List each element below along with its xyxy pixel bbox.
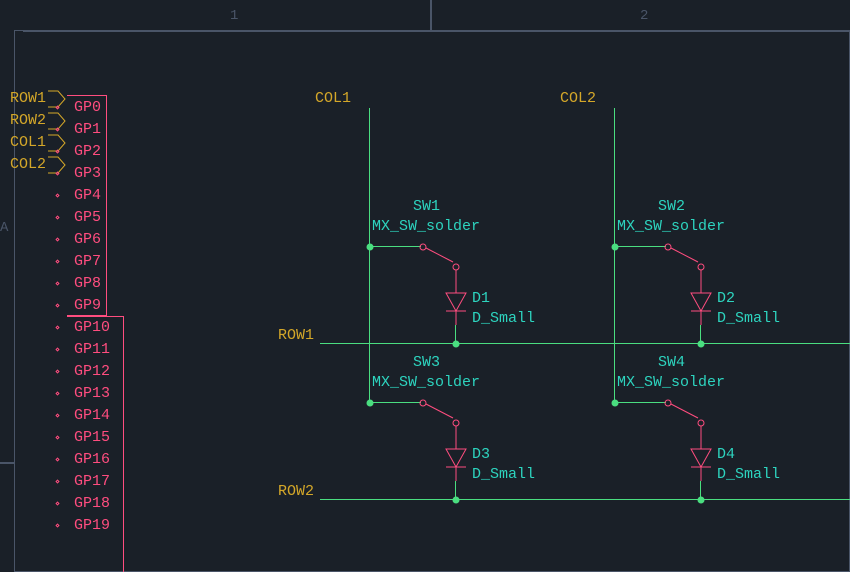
mcu-body-top	[67, 95, 107, 316]
switch-sw1	[420, 235, 470, 285]
wire-row2	[320, 499, 850, 500]
netlabel-col1-top: COL1	[315, 90, 351, 107]
grid-col-divider	[430, 0, 432, 30]
schematic-canvas[interactable]: 1 2 A ROW1 ROW2 COL1 COL2 GP0 GP1 GP2 GP…	[0, 0, 850, 572]
val-sw2: MX_SW_solder	[617, 218, 725, 235]
wire-sw3-in	[369, 402, 421, 403]
mcu-body-bottom	[67, 316, 124, 572]
junction-c2-sw4	[612, 400, 619, 407]
val-sw4: MX_SW_solder	[617, 374, 725, 391]
junction-r1-d1	[453, 341, 460, 348]
junction-r2-d3	[453, 497, 460, 504]
grid-row-a: A	[0, 220, 8, 236]
grid-col-2: 2	[640, 8, 648, 24]
diode-d1	[440, 283, 472, 325]
diode-d4	[685, 439, 717, 481]
val-sw1: MX_SW_solder	[372, 218, 480, 235]
diode-d2	[685, 283, 717, 325]
junction-r2-d4	[698, 497, 705, 504]
ref-sw2: SW2	[658, 198, 685, 215]
wire-sw1-in	[369, 246, 421, 247]
switch-sw4	[665, 391, 715, 441]
diode-d3	[440, 439, 472, 481]
wire-sw4-in	[614, 402, 666, 403]
junction-r1-d2	[698, 341, 705, 348]
val-sw3: MX_SW_solder	[372, 374, 480, 391]
ref-d4: D4	[717, 446, 735, 463]
wire-col2	[614, 108, 615, 403]
netlabel-col1: COL1	[10, 134, 46, 151]
netlabel-row2-left: ROW2	[278, 483, 314, 500]
val-d1: D_Small	[472, 310, 535, 327]
val-d2: D_Small	[717, 310, 780, 327]
wire-row1	[320, 343, 850, 344]
switch-sw3	[420, 391, 470, 441]
junction-c1-sw1	[367, 244, 374, 251]
wire-sw2-in	[614, 246, 666, 247]
wire-col1	[369, 108, 370, 403]
ref-d3: D3	[472, 446, 490, 463]
val-d3: D_Small	[472, 466, 535, 483]
netlabel-col2: COL2	[10, 156, 46, 173]
grid-col-1: 1	[230, 8, 238, 24]
ref-d2: D2	[717, 290, 735, 307]
switch-sw2	[665, 235, 715, 285]
junction-c1-sw3	[367, 400, 374, 407]
val-d4: D_Small	[717, 466, 780, 483]
netlabel-row2: ROW2	[10, 112, 46, 129]
junction-c2-sw2	[612, 244, 619, 251]
netlabel-row1-left: ROW1	[278, 327, 314, 344]
ref-sw3: SW3	[413, 354, 440, 371]
netlabel-row1: ROW1	[10, 90, 46, 107]
sheet-border-inner	[23, 30, 850, 32]
grid-row-divider	[0, 462, 14, 464]
ref-d1: D1	[472, 290, 490, 307]
ref-sw4: SW4	[658, 354, 685, 371]
ref-sw1: SW1	[413, 198, 440, 215]
netlabel-col2-top: COL2	[560, 90, 596, 107]
